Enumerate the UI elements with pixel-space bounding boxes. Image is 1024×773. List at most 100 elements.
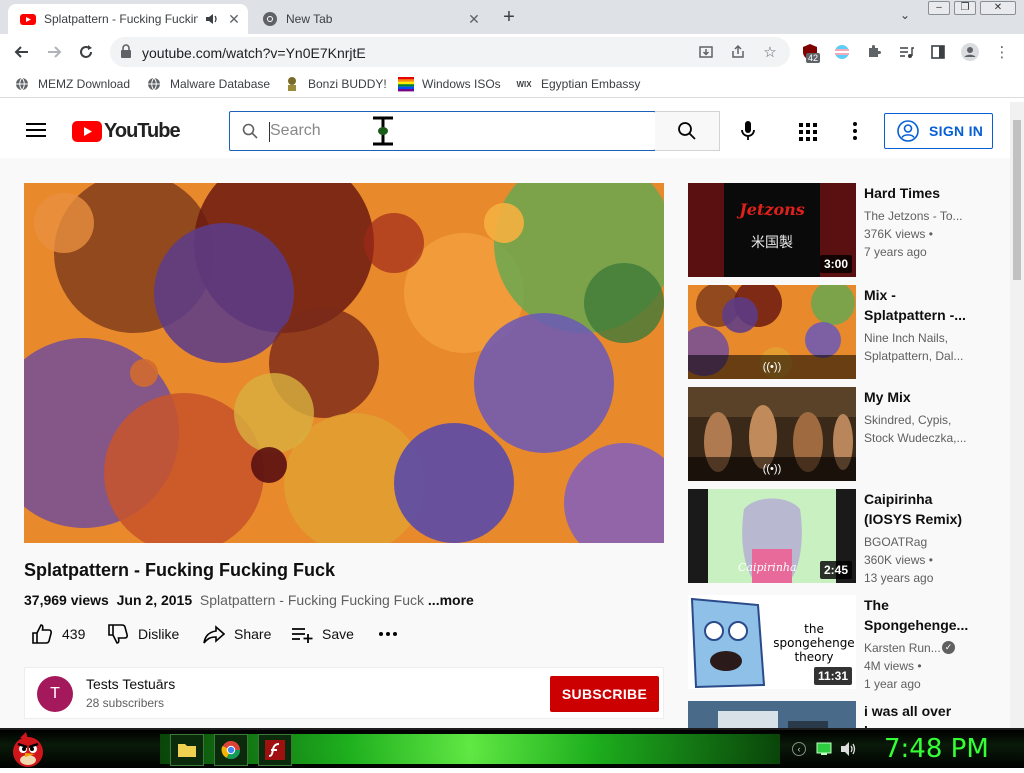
url-text: youtube.com/watch?v=Yn0E7KnrjtE <box>142 45 366 61</box>
recommendation-channel: Karsten Run... <box>864 641 941 655</box>
like-button[interactable]: 439 <box>30 622 85 646</box>
upload-date: Jun 2, 2015 <box>116 592 193 608</box>
youtube-logo[interactable]: YouTube <box>72 120 181 143</box>
recommendation-title[interactable]: i was all over her <box>864 701 969 728</box>
close-tab-icon[interactable]: ✕ <box>466 11 482 27</box>
search-button[interactable] <box>655 111 720 151</box>
video-thumbnail[interactable] <box>688 701 856 728</box>
start-button-angry-bird-icon[interactable] <box>8 730 48 768</box>
sign-in-button[interactable]: SIGN IN <box>884 113 993 149</box>
hamburger-menu-icon[interactable] <box>26 122 46 138</box>
tab-new-tab[interactable]: New Tab ✕ <box>250 4 488 34</box>
taskbar-chrome-icon[interactable] <box>214 734 248 766</box>
maximize-button[interactable]: ❐ <box>954 1 976 15</box>
scrollbar-thumb[interactable] <box>1013 120 1021 280</box>
flag-extension-icon[interactable] <box>832 42 852 62</box>
settings-more-icon[interactable] <box>850 120 860 142</box>
search-input[interactable]: Search <box>229 111 656 151</box>
page-scrollbar[interactable] <box>1010 102 1024 728</box>
new-tab-button[interactable]: + <box>497 6 521 30</box>
bookmark-star-icon[interactable]: ☆ <box>760 42 780 62</box>
recommendation-age: 7 years ago <box>864 245 927 259</box>
thumbs-down-icon <box>106 622 130 646</box>
wix-icon: WIX <box>516 79 532 89</box>
video-thumbnail[interactable]: Jetzons 米国製 3:00 <box>688 183 856 277</box>
taskbar-explorer-folder-icon[interactable] <box>170 734 204 766</box>
dislike-button[interactable]: Dislike <box>106 622 179 646</box>
channel-owner-card: T Tests Testuārs 28 subscribers SUBSCRIB… <box>24 667 664 719</box>
mix-thumbnail[interactable]: ((•)) <box>688 285 856 379</box>
tray-volume-icon[interactable] <box>840 741 858 757</box>
reload-icon[interactable] <box>76 42 96 62</box>
globe-icon <box>146 76 162 92</box>
recommendation-title[interactable]: My Mix <box>864 387 969 407</box>
more-actions-button[interactable] <box>376 622 408 646</box>
save-button[interactable]: Save <box>290 622 354 646</box>
share-button[interactable]: Share <box>202 622 271 646</box>
extensions-puzzle-icon[interactable] <box>864 42 884 62</box>
recommendation-item[interactable]: Jetzons 米国製 3:00 Hard Times The Jetzons -… <box>688 183 988 277</box>
recommendation-item[interactable]: i was all over her <box>688 701 988 728</box>
recommendation-title[interactable]: Hard Times <box>864 183 969 203</box>
voice-search-microphone-icon[interactable] <box>738 120 758 142</box>
browser-menu-icon[interactable]: ⋮ <box>992 42 1012 62</box>
tab-search-icon[interactable]: ⌄ <box>896 8 914 26</box>
recommendation-item[interactable]: ((•)) Mix - Splatpattern -... Nine Inch … <box>688 285 988 379</box>
install-app-icon[interactable] <box>696 42 716 62</box>
mix-thumbnail[interactable]: ((•)) <box>688 387 856 481</box>
text-cursor-icon <box>370 116 396 151</box>
tray-chevron-icon[interactable]: ‹ <box>792 742 806 756</box>
channel-avatar[interactable]: T <box>37 676 73 712</box>
recommendation-artists: Stock Wudeczka,... <box>864 431 967 445</box>
bookmark-egyptian-embassy[interactable]: WIX Egyptian Embassy <box>515 76 640 92</box>
taskbar-clock[interactable]: 7:48 PM <box>884 734 989 764</box>
taskbar-flash-icon[interactable] <box>258 734 292 766</box>
youtube-page: YouTube Search SIGN IN Splatpattern - Fu… <box>0 102 1010 728</box>
bookmarks-bar: MEMZ Download Malware Database Bonzi BUD… <box>0 70 1024 98</box>
recommendation-views: 376K views • <box>864 227 933 241</box>
video-thumbnail[interactable]: Caipirinha 2:45 <box>688 489 856 583</box>
tab-youtube[interactable]: Splatpattern - Fucking Fucking Fuck - Yo… <box>8 4 248 34</box>
recommendation-artists: Nine Inch Nails, <box>864 331 949 345</box>
recommendation-views: 360K views • <box>864 553 933 567</box>
back-icon[interactable] <box>12 42 32 62</box>
close-window-button[interactable]: ✕ <box>980 1 1016 15</box>
globe-icon <box>14 76 30 92</box>
bookmark-bonzi-buddy[interactable]: Bonzi BUDDY! <box>284 76 387 92</box>
duration-badge: 2:45 <box>819 561 852 579</box>
ublock-extension-icon[interactable]: 42 <box>800 42 821 63</box>
bookmark-windows-isos[interactable]: Windows ISOs <box>398 76 501 92</box>
apps-grid-icon[interactable] <box>799 123 817 141</box>
share-page-icon[interactable] <box>728 42 748 62</box>
channel-name[interactable]: Tests Testuārs <box>86 676 175 692</box>
address-bar[interactable]: youtube.com/watch?v=Yn0E7KnrjtE <box>110 37 790 67</box>
description-snippet: Splatpattern - Fucking Fucking Fuck <box>199 592 425 608</box>
profile-icon[interactable] <box>960 42 980 62</box>
forward-icon[interactable] <box>44 42 64 62</box>
bookmark-memz[interactable]: MEMZ Download <box>14 76 130 92</box>
speaker-icon[interactable] <box>204 11 220 27</box>
more-link[interactable]: ...more <box>428 592 474 608</box>
bookmark-malware-database[interactable]: Malware Database <box>146 76 270 92</box>
tray-network-icon[interactable] <box>816 742 832 756</box>
media-control-icon[interactable] <box>896 42 916 62</box>
search-icon <box>242 123 258 144</box>
video-frame <box>24 183 664 543</box>
video-thumbnail[interactable]: the spongehenge theory 11:31 <box>688 595 856 689</box>
thumbs-up-icon <box>30 622 54 646</box>
video-meta[interactable]: 37,969 views Jun 2, 2015 Splatpattern - … <box>24 592 474 608</box>
subscribe-button[interactable]: SUBSCRIBE <box>550 676 659 712</box>
chrome-icon <box>262 11 278 27</box>
extension-badge: 42 <box>806 53 821 63</box>
recommendation-item[interactable]: Caipirinha 2:45 Caipirinha (IOSYS Remix)… <box>688 489 988 585</box>
recommendation-title[interactable]: Caipirinha (IOSYS Remix) <box>864 489 969 529</box>
side-panel-icon[interactable] <box>928 42 948 62</box>
close-tab-icon[interactable]: ✕ <box>226 11 242 27</box>
video-player[interactable] <box>24 183 664 543</box>
recommendation-item[interactable]: ((•)) My Mix Skindred, Cypis, Stock Wude… <box>688 387 988 481</box>
recommendation-title[interactable]: The Spongehenge... <box>864 595 969 635</box>
recommendation-title[interactable]: Mix - Splatpattern -... <box>864 285 969 325</box>
minimize-button[interactable]: – <box>928 1 950 15</box>
youtube-logo-icon <box>72 121 102 142</box>
recommendation-item[interactable]: the spongehenge theory 11:31 The Spongehen… <box>688 595 988 691</box>
